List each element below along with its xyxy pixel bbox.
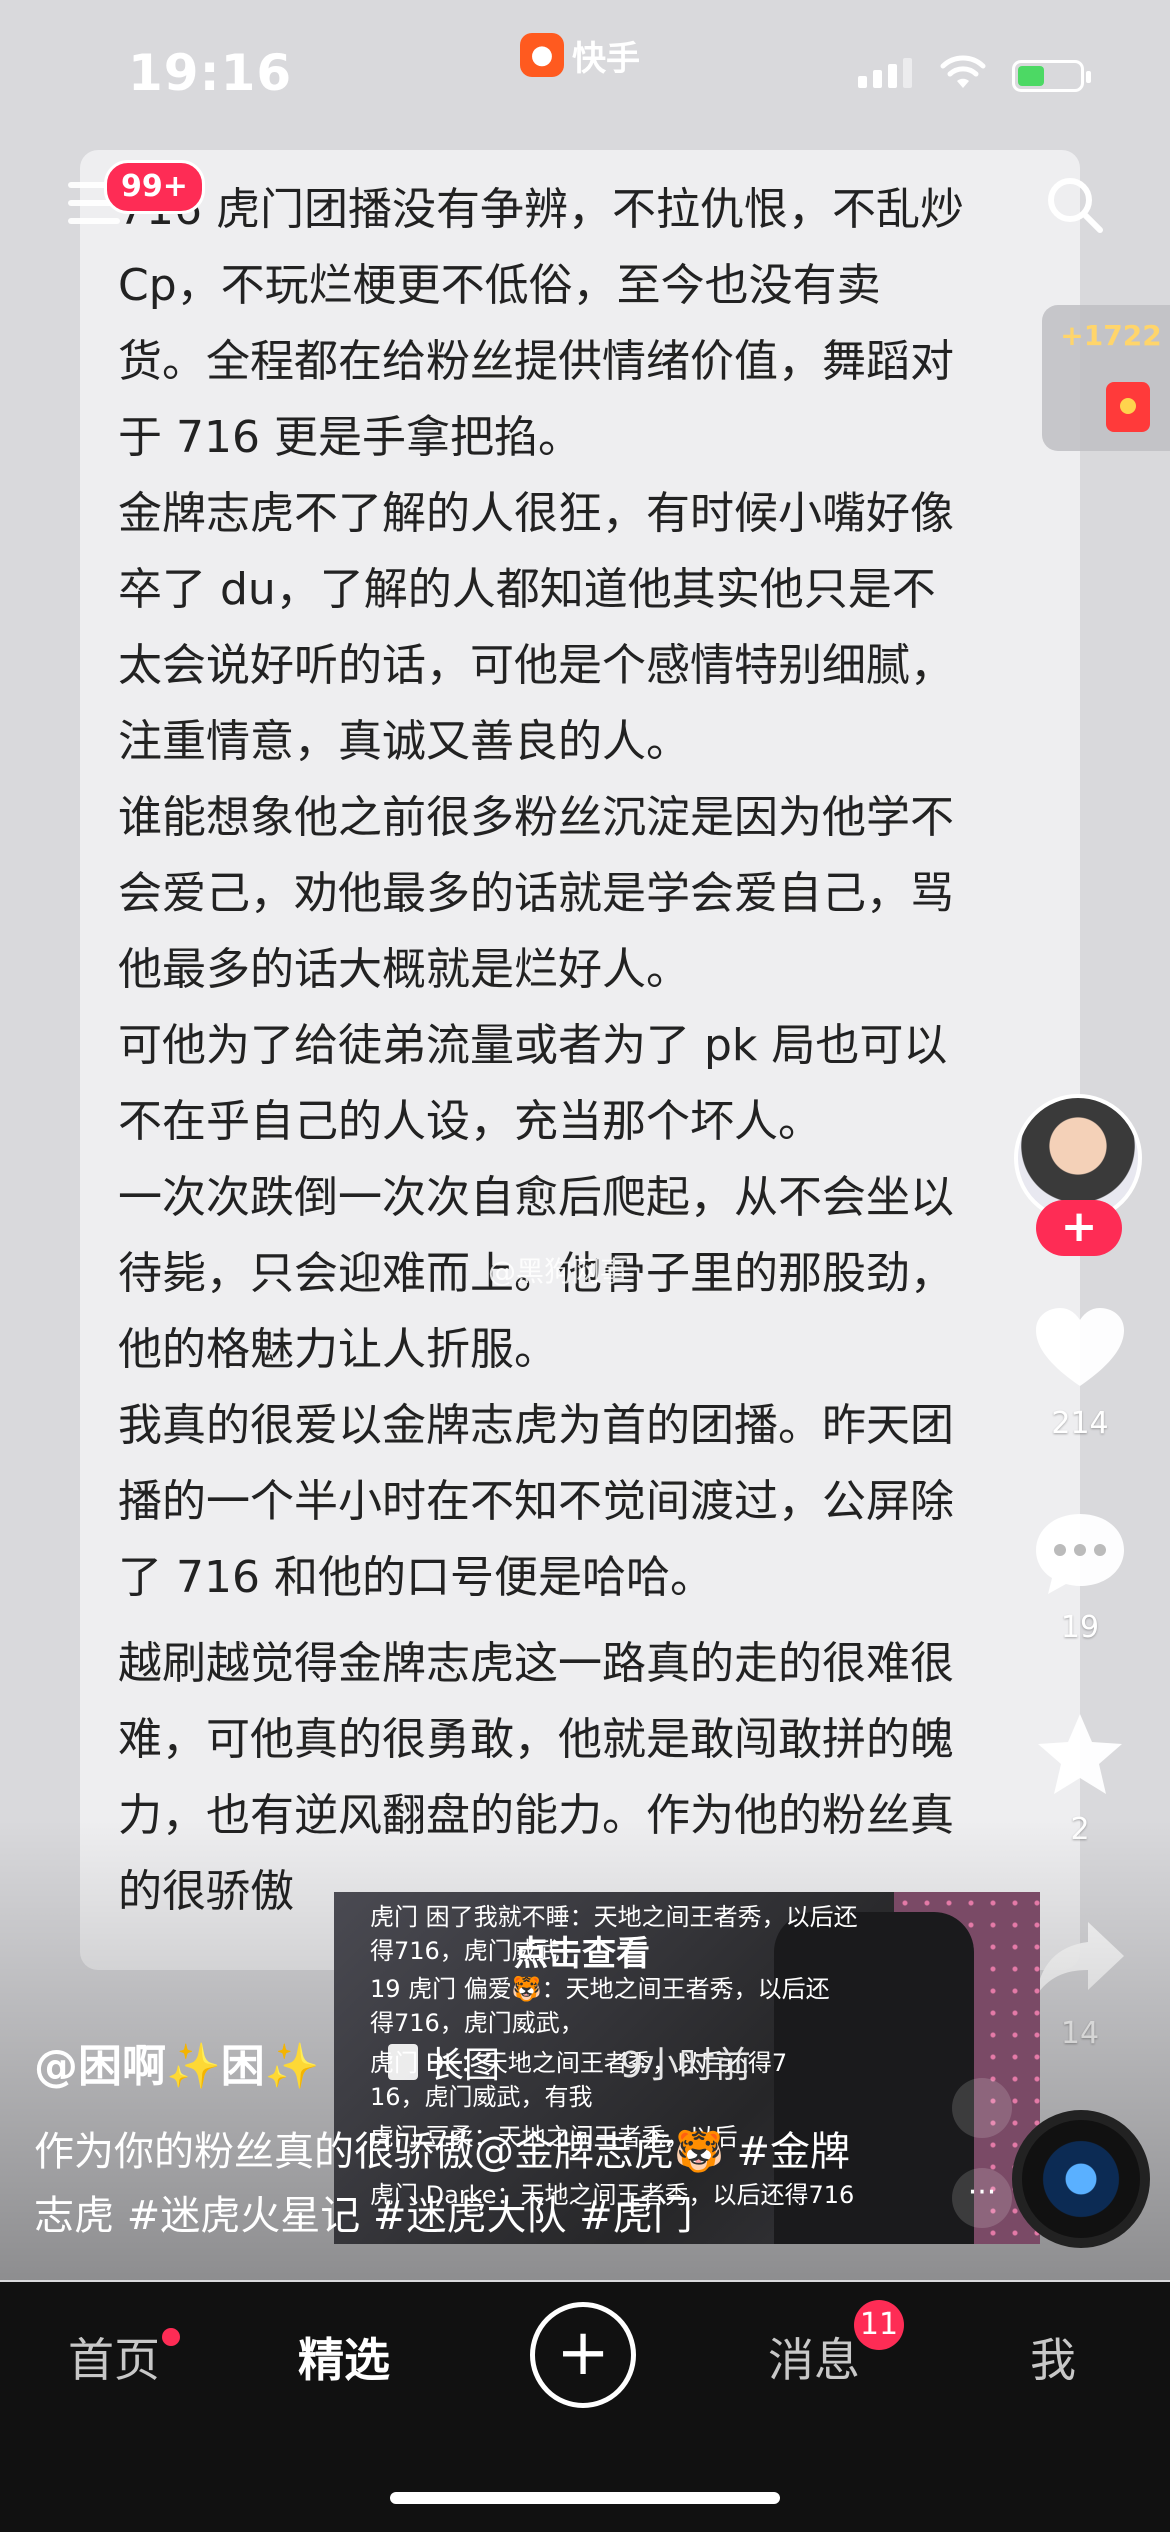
home-red-dot: [162, 2328, 180, 2346]
long-image-tag[interactable]: 长图: [388, 2036, 500, 2088]
reward-widget[interactable]: +1722: [1042, 305, 1170, 451]
live-chat-line: 虎门 困了我就不睡：天地之间王者秀，以后还: [370, 1903, 858, 1931]
tab-me[interactable]: 我: [1030, 2324, 1076, 2390]
like-count: 214: [1051, 1406, 1109, 1441]
post-time: 9小时前: [620, 2045, 751, 2086]
tab-home[interactable]: 首页: [68, 2324, 160, 2390]
status-bar: 19:16 ● 快手: [0, 0, 1170, 150]
article-paragraph: 我真的很爱以金牌志虎为首的团播。昨天团 播的一个半小时在不知不觉间渡过，公屏除 …: [118, 1400, 954, 1603]
tab-messages[interactable]: 消息: [768, 2324, 860, 2390]
follow-button[interactable]: +: [1036, 1200, 1122, 1256]
live-chat-line: 得716，虎门威武，: [370, 2009, 584, 2037]
star-icon: [1038, 1714, 1122, 1794]
post-caption[interactable]: 作为你的粉丝真的很骄傲@金牌志虎🐯 #金牌志虎 #迷虎火星记 #迷虎大队 #虎门: [34, 2120, 854, 2248]
comment-count: 19: [1060, 1610, 1100, 1645]
reward-count: +1722: [1060, 319, 1162, 352]
comment-icon: [1036, 1514, 1124, 1594]
comment-button[interactable]: 19: [1032, 1510, 1128, 1645]
more-icon[interactable]: ···: [952, 2168, 1012, 2228]
live-chat-line: 19 虎门 偏爱🐯：天地之间王者秀，以后还: [370, 1975, 830, 2003]
notification-badge: 99+: [104, 160, 205, 214]
signal-icon: [858, 58, 912, 88]
article-paragraph: 716 虎门团播没有争辨，不拉仇恨，不乱炒 Cp，不玩烂梗更不低俗，至今也没有卖…: [118, 184, 964, 463]
image-icon: [388, 2044, 418, 2080]
long-image-article[interactable]: 716 虎门团播没有争辨，不拉仇恨，不乱炒 Cp，不玩烂梗更不低俗，至今也没有卖…: [0, 150, 1170, 1980]
battery-icon: [1012, 60, 1091, 92]
red-envelope-icon: [1106, 382, 1150, 432]
message-badge: 11: [854, 2300, 904, 2350]
home-indicator: [390, 2492, 780, 2504]
like-button[interactable]: 214: [1032, 1306, 1128, 1441]
bottom-tab-bar: 首页 精选 + 消息 11 我: [0, 2282, 1170, 2532]
long-image-label: 长图: [428, 2045, 501, 2086]
music-disc-icon[interactable]: [1012, 2110, 1150, 2248]
heart-icon: [1036, 1308, 1124, 1386]
app-logo: ● 快手: [520, 30, 640, 80]
tab-featured[interactable]: 精选: [298, 2324, 390, 2390]
live-chat-line: 得716，虎门威武，: [370, 1937, 584, 1965]
app-name: 快手: [572, 38, 640, 79]
author-name[interactable]: @困啊✨困✨: [34, 2030, 320, 2094]
create-plus-button[interactable]: +: [530, 2302, 636, 2408]
watermark: @黑狗网事: [488, 1255, 629, 1288]
share-small-icon[interactable]: [952, 2078, 1012, 2138]
search-icon[interactable]: [1044, 174, 1106, 236]
wifi-icon: [940, 55, 986, 88]
article-paragraph: 谁能想象他之前很多粉丝沉淀是因为他学不 会爱己，劝他最多的话就是学会爱自己，骂 …: [118, 792, 954, 995]
article-paragraph: 可他为了给徒弟流量或者为了 pk 局也可以 不在乎自己的人设，充当那个坏人。: [118, 1020, 948, 1147]
kuaishou-logo-icon: ●: [520, 33, 564, 77]
article-paragraph: 金牌志虎不了解的人很狂，有时候小嘴好像 卒了 du，了解的人都知道他其实他只是不…: [118, 488, 954, 767]
status-time: 19:16: [128, 44, 293, 102]
